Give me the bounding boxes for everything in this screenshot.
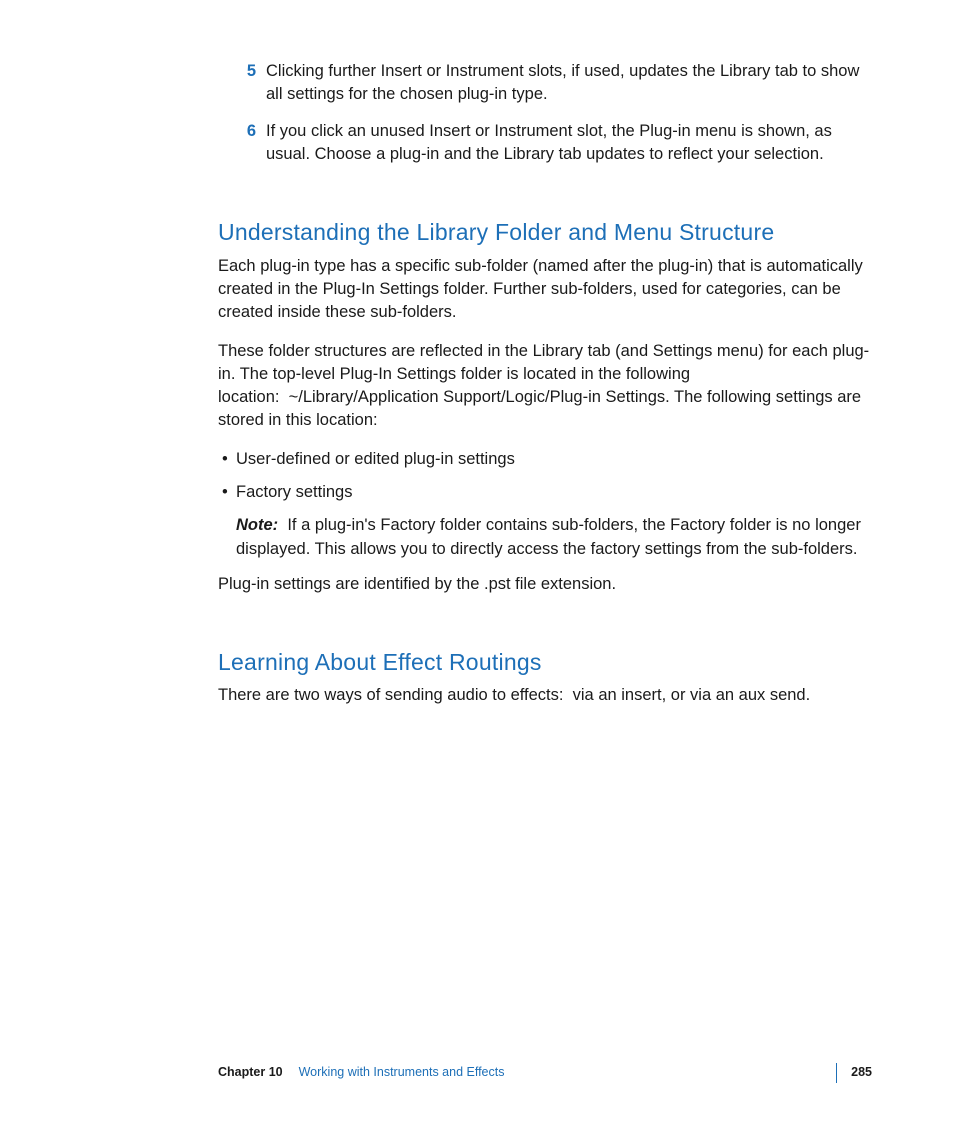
page-footer: Chapter 10 Working with Instruments and … <box>0 1063 954 1083</box>
page-body: 5 Clicking further Insert or Instrument … <box>0 0 954 707</box>
footer-chapter-title: Working with Instruments and Effects <box>299 1064 505 1082</box>
step-item: 5 Clicking further Insert or Instrument … <box>238 60 872 106</box>
step-item: 6 If you click an unused Insert or Instr… <box>238 120 872 166</box>
note-label: Note: <box>236 516 278 534</box>
body-paragraph: Plug-in settings are identified by the .… <box>218 573 872 596</box>
bullet-text: User-defined or edited plug-in settings <box>236 448 872 471</box>
body-paragraph: Each plug-in type has a specific sub-fol… <box>218 255 872 324</box>
step-text: Clicking further Insert or Instrument sl… <box>266 60 872 106</box>
body-paragraph: These folder structures are reflected in… <box>218 340 872 432</box>
bullet-icon: • <box>218 448 236 471</box>
note-text: If a plug-in's Factory folder contains s… <box>236 516 861 557</box>
list-item: • User-defined or edited plug-in setting… <box>218 448 872 471</box>
bullet-text: Factory settings <box>236 481 872 504</box>
bullet-icon: • <box>218 481 236 504</box>
list-item: • Factory settings <box>218 481 872 504</box>
footer-rule <box>836 1063 837 1083</box>
footer-page-number: 285 <box>851 1064 872 1082</box>
section-heading-library: Understanding the Library Folder and Men… <box>218 216 872 248</box>
footer-chapter-label: Chapter 10 <box>218 1064 283 1082</box>
body-paragraph: There are two ways of sending audio to e… <box>218 684 872 707</box>
step-number: 5 <box>238 60 256 106</box>
bullet-list: • User-defined or edited plug-in setting… <box>218 448 872 504</box>
step-text: If you click an unused Insert or Instrum… <box>266 120 872 166</box>
step-number: 6 <box>238 120 256 166</box>
note-block: Note: If a plug-in's Factory folder cont… <box>236 514 872 560</box>
section-heading-effect-routings: Learning About Effect Routings <box>218 646 872 678</box>
